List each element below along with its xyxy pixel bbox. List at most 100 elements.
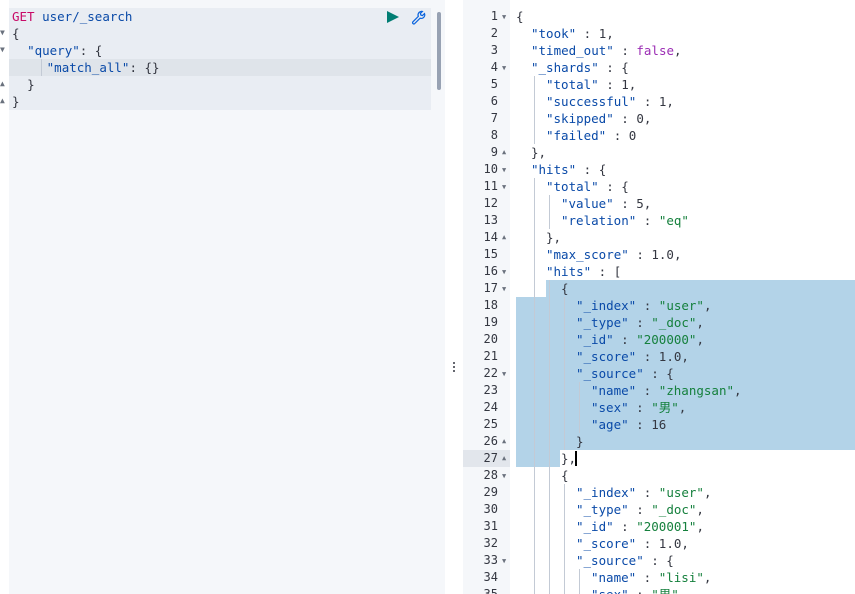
token: "sex": [591, 587, 629, 594]
fold-toggle-icon[interactable]: ▼: [502, 281, 506, 298]
fold-toggle-icon[interactable]: ▼: [502, 553, 506, 570]
token: false: [636, 43, 675, 58]
line-number-text: 10: [483, 162, 498, 176]
token: ,: [673, 247, 682, 262]
request-code-line[interactable]: "query": {: [12, 42, 102, 59]
indent-guide: [534, 365, 535, 382]
line-number-text: 16: [483, 264, 498, 278]
indent-guide: [564, 382, 565, 399]
response-viewer-pane[interactable]: 1 ▼ 2 3 4 ▼ 5 6 7 8 9 ▲ 10 ▼ 11 ▼ 12 13 14 ▲ 15 16 ▼ 17 ▼ 18 19 20 2…: [463, 0, 855, 594]
request-editor-pane[interactable]: GET user/_search { ▼ "query": { ▼ "match_a…: [0, 0, 445, 594]
response-code-line[interactable]: "_id" : "200001",: [576, 518, 704, 535]
response-code-line[interactable]: "name" : "lisi",: [591, 569, 711, 586]
token: 0: [628, 128, 637, 143]
response-code-line[interactable]: },: [561, 450, 576, 467]
response-code-line[interactable]: "_index" : "user",: [576, 297, 711, 314]
response-code-line[interactable]: "_shards" : {: [531, 59, 629, 76]
token: ,: [696, 332, 704, 347]
request-code-line[interactable]: }: [12, 93, 20, 110]
line-number: 33 ▼: [463, 552, 510, 569]
response-code-line[interactable]: },: [546, 229, 561, 246]
fold-end-icon[interactable]: ▲: [0, 79, 5, 88]
token: "skipped": [546, 111, 614, 126]
indent-guide: [549, 518, 550, 535]
fold-toggle-icon[interactable]: ▼: [502, 264, 506, 281]
request-code-line[interactable]: }: [12, 76, 35, 93]
editor-gutter-strip: [0, 0, 9, 594]
line-number-text: 34: [483, 570, 498, 584]
response-code-line[interactable]: "skipped" : 0,: [546, 110, 651, 127]
fold-end-icon[interactable]: ▲: [502, 144, 506, 161]
response-code-line[interactable]: },: [531, 144, 546, 161]
fold-end-icon[interactable]: ▲: [502, 229, 506, 246]
response-code-line[interactable]: "_score" : 1.0,: [576, 348, 689, 365]
response-code-line[interactable]: "sex" : "男",: [591, 586, 686, 594]
token: }: [27, 77, 35, 92]
pane-resize-handle[interactable]: [445, 0, 463, 594]
response-code-line[interactable]: "total" : 1,: [546, 76, 636, 93]
indent-guide: [534, 331, 535, 348]
response-code-line[interactable]: "_type" : "_doc",: [576, 501, 704, 518]
fold-toggle-icon[interactable]: ▼: [502, 468, 506, 485]
request-code-line[interactable]: "match_all": {}: [9, 59, 431, 76]
token: :: [613, 196, 637, 211]
response-code-line[interactable]: "_source" : {: [576, 552, 674, 569]
request-code-line[interactable]: {: [12, 25, 20, 42]
response-code-line[interactable]: "_score" : 1.0,: [576, 535, 689, 552]
indent-guide: [564, 331, 565, 348]
response-code-line[interactable]: "_source" : {: [576, 365, 674, 382]
line-number: 29: [463, 484, 510, 501]
response-code-line[interactable]: "total" : {: [546, 178, 629, 195]
indent-guide: [534, 535, 535, 552]
fold-end-icon[interactable]: ▲: [502, 433, 506, 450]
line-number: 22 ▼: [463, 365, 510, 382]
indent-guide: [549, 484, 550, 501]
response-code-line[interactable]: "age" : 16: [591, 416, 666, 433]
response-code-line[interactable]: "hits" : {: [531, 161, 606, 178]
response-code-line[interactable]: "relation" : "eq": [561, 212, 689, 229]
line-number-text: 27: [483, 451, 498, 465]
response-code-line[interactable]: "took" : 1,: [531, 25, 614, 42]
token: ,: [681, 536, 689, 551]
token: "name": [591, 570, 637, 585]
indent-guide: [534, 484, 535, 501]
response-code-line[interactable]: "max_score" : 1.0,: [546, 246, 681, 263]
line-number-text: 19: [483, 315, 498, 329]
fold-toggle-icon[interactable]: ▼: [0, 28, 5, 37]
fold-toggle-icon[interactable]: ▼: [502, 9, 506, 26]
request-line[interactable]: GET user/_search: [12, 8, 132, 25]
response-code-line[interactable]: "_id" : "200000",: [576, 331, 704, 348]
fold-toggle-icon[interactable]: ▼: [502, 366, 506, 383]
indent-guide: [564, 586, 565, 594]
response-code-line[interactable]: {: [561, 280, 569, 297]
response-code-line[interactable]: "timed_out" : false,: [531, 42, 682, 59]
fold-toggle-icon[interactable]: ▼: [502, 60, 506, 77]
token: :: [636, 298, 659, 313]
fold-toggle-icon[interactable]: ▼: [0, 45, 5, 54]
fold-end-icon[interactable]: ▲: [502, 450, 506, 467]
line-number-text: 23: [483, 383, 498, 397]
fold-end-icon[interactable]: ▲: [0, 96, 5, 105]
response-code-line[interactable]: {: [516, 8, 524, 25]
response-code-line[interactable]: "_index" : "user",: [576, 484, 711, 501]
token: }: [576, 434, 584, 449]
wrench-icon[interactable]: [411, 10, 427, 26]
token: "_index": [576, 298, 637, 313]
response-code-line[interactable]: "name" : "zhangsan",: [591, 382, 742, 399]
fold-toggle-icon[interactable]: ▼: [502, 179, 506, 196]
response-code-line[interactable]: "_type" : "_doc",: [576, 314, 704, 331]
response-code-line[interactable]: "successful" : 1,: [546, 93, 674, 110]
response-code-line[interactable]: }: [576, 433, 584, 450]
request-block[interactable]: GET user/_search { ▼ "query": { ▼ "match_a…: [0, 8, 431, 110]
token: : {}: [129, 60, 160, 75]
response-code-line[interactable]: "value" : 5,: [561, 195, 651, 212]
response-code-line[interactable]: "failed" : 0: [546, 127, 636, 144]
response-code-line[interactable]: {: [561, 467, 569, 484]
editor-scrollbar[interactable]: [437, 12, 441, 90]
response-code-line[interactable]: "hits" : [: [546, 263, 621, 280]
token: 1.0: [651, 247, 674, 262]
run-request-button[interactable]: [387, 11, 399, 23]
token: ,: [606, 26, 614, 41]
fold-toggle-icon[interactable]: ▼: [502, 162, 506, 179]
response-code-line[interactable]: "sex" : "男",: [591, 399, 686, 416]
